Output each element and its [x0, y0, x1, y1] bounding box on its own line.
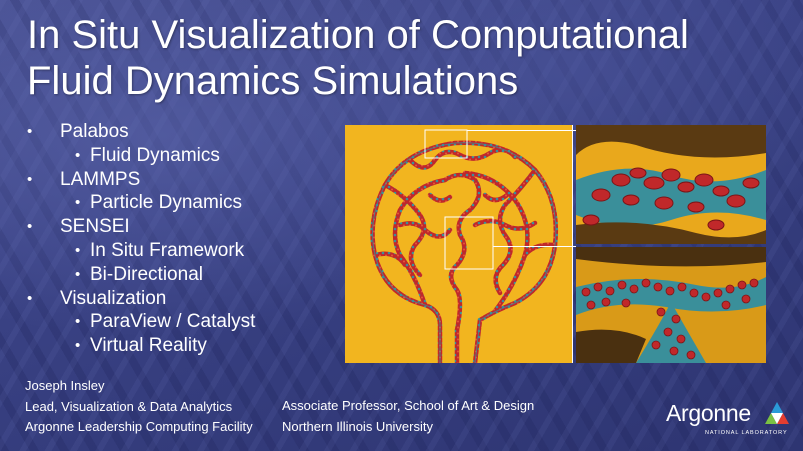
presenter-name: Joseph Insley — [25, 378, 105, 393]
bullet-fluid-dynamics: Fluid Dynamics — [42, 144, 332, 168]
bullet-lammps: LAMMPS — [27, 168, 332, 192]
bullet-particle-dynamics: Particle Dynamics — [42, 191, 332, 215]
slide-title: In Situ Visualization of Computational F… — [27, 12, 787, 104]
presenter-org-2: Northern Illinois University — [282, 418, 433, 434]
connector-line-vertical — [572, 125, 573, 363]
bullet-visualization: Visualization — [27, 287, 332, 311]
presenter-org-1: Argonne Leadership Computing Facility — [25, 419, 253, 434]
bullet-virtual-reality: Virtual Reality — [42, 334, 332, 358]
argonne-logo-subtitle: NATIONAL LABORATORY — [705, 430, 788, 436]
vascular-network-image — [345, 125, 572, 366]
presenter-credits: Joseph Insley Lead, Visualization & Data… — [25, 376, 253, 438]
connector-line-mid — [493, 246, 576, 247]
vessel-branch-closeup-image — [576, 247, 766, 363]
slide-title-line-1: In Situ Visualization of Computational — [27, 13, 689, 57]
presenter-credits-secondary: Associate Professor, School of Art & Des… — [282, 396, 534, 437]
presenter-role-1: Lead, Visualization & Data Analytics — [25, 398, 233, 414]
slide-title-line-2: Fluid Dynamics Simulations — [27, 59, 519, 103]
bullet-sensei: SENSEI — [27, 215, 332, 239]
argonne-triangle-icon — [765, 402, 789, 424]
bullet-paraview-catalyst: ParaView / Catalyst — [42, 310, 332, 334]
bullet-bi-directional: Bi-Directional — [42, 263, 332, 287]
presenter-role-2: Associate Professor, School of Art & Des… — [282, 398, 535, 413]
blood-cells-closeup-image — [576, 125, 766, 244]
connector-line-top — [467, 130, 576, 131]
bullet-in-situ-framework: In Situ Framework — [42, 239, 332, 263]
bullet-list: Palabos Fluid Dynamics LAMMPS Particle D… — [27, 120, 332, 358]
argonne-logo: Argonne NATIONAL LABORATORY — [666, 400, 791, 442]
bullet-palabos: Palabos — [27, 120, 332, 144]
